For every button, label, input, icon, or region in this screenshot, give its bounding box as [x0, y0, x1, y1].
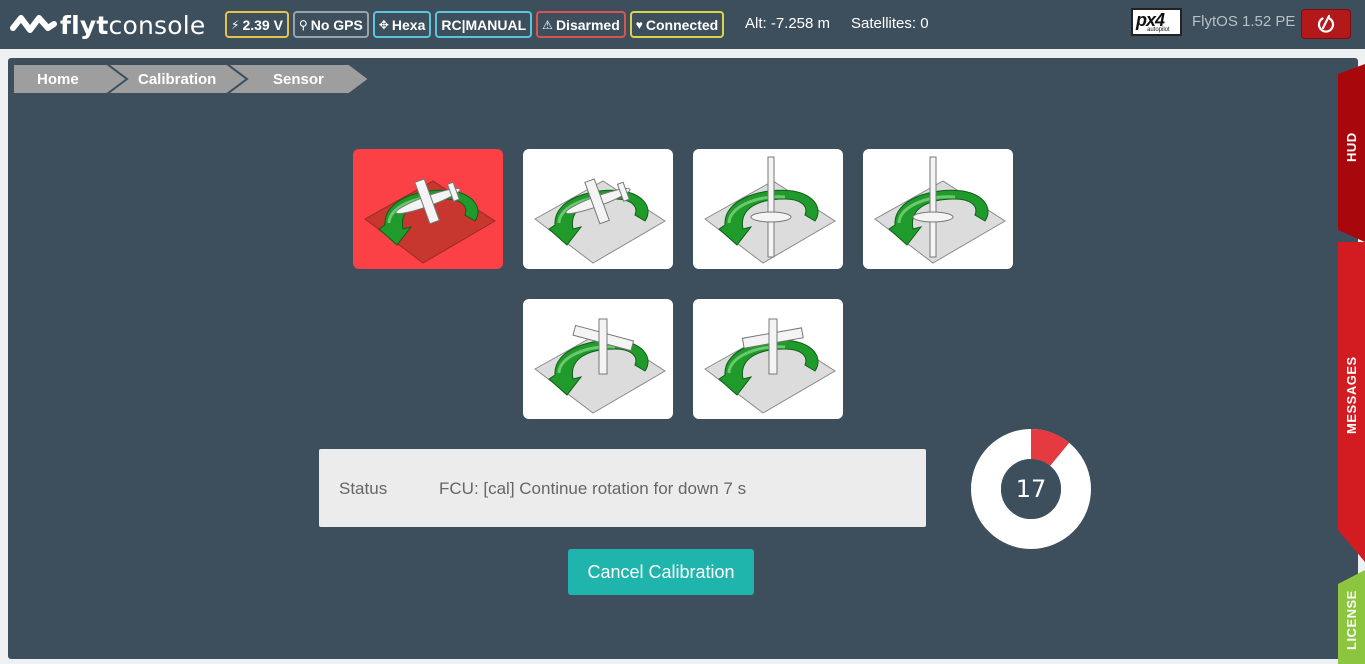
frame-badge[interactable]: ✥ Hexa: [372, 11, 432, 38]
px4-logo: px4 autopilot: [1131, 8, 1182, 36]
breadcrumb-home-label: Home: [37, 70, 79, 88]
move-arrows-icon: ✥: [378, 17, 389, 32]
cancel-calibration-button[interactable]: Cancel Calibration: [568, 549, 754, 595]
side-tab-license[interactable]: LICENSE: [1338, 570, 1365, 664]
status-label: Status: [339, 479, 388, 498]
satellites-readout: Satellites: 0: [851, 15, 929, 32]
orientation-tile-up: [523, 149, 673, 269]
orientation-tile-nose-down: [523, 299, 673, 419]
arm-label: Disarmed: [555, 16, 620, 33]
altitude-readout: Alt: -7.258 m: [745, 15, 831, 32]
orientation-right-icon: [874, 156, 1006, 264]
connection-label: Connected: [645, 16, 719, 33]
orientation-tail-down-icon: [704, 318, 836, 414]
orientation-tile-down: [353, 149, 503, 269]
version-label: FlytOS 1.52 PE: [1192, 13, 1296, 30]
power-button[interactable]: [1301, 9, 1351, 39]
frame-label: Hexa: [391, 16, 426, 33]
status-box: Status FCU: [cal] Continue rotation for …: [319, 449, 926, 527]
gps-label: No GPS: [310, 16, 363, 33]
mode-badge[interactable]: RC|MANUAL: [435, 11, 533, 38]
orientation-down-icon: [364, 178, 496, 264]
gps-badge[interactable]: ⚲ No GPS: [292, 11, 369, 38]
status-badges: ⚡ 2.39 V ⚲ No GPS ✥ Hexa RC|MANUAL ⚠ Dis…: [225, 11, 725, 38]
top-bar: flytconsole ⚡ 2.39 V ⚲ No GPS ✥ Hexa RC|…: [0, 0, 1365, 49]
connection-badge[interactable]: ♥ Connected: [629, 11, 725, 38]
orientation-left-icon: [704, 156, 836, 264]
map-marker-icon: ⚲: [298, 17, 308, 32]
power-icon: [1317, 14, 1335, 33]
mode-label: RC|MANUAL: [441, 16, 527, 33]
breadcrumb-calibration-label: Calibration: [138, 70, 217, 88]
orientation-up-icon: [534, 178, 666, 264]
breadcrumb-sensor[interactable]: Sensor: [227, 64, 369, 94]
bolt-icon: ⚡: [231, 17, 240, 32]
warning-icon: ⚠: [542, 17, 553, 32]
status-message: FCU: [cal] Continue rotation for down 7 …: [439, 479, 747, 498]
battery-badge[interactable]: ⚡ 2.39 V: [225, 11, 289, 38]
countdown-progress-ring: 17: [971, 429, 1091, 549]
orientation-tile-left: [693, 149, 843, 269]
logo-prefix: flyt: [60, 10, 109, 40]
countdown-value: 17: [1015, 475, 1047, 503]
orientation-tile-tail-down: [693, 299, 843, 419]
side-tab-messages-label: MESSAGES: [1344, 356, 1359, 434]
side-tab-hud-label: HUD: [1344, 132, 1359, 162]
heart-icon: ♥: [635, 17, 643, 32]
arm-badge[interactable]: ⚠ Disarmed: [536, 11, 626, 38]
orientation-tile-right: [863, 149, 1013, 269]
flytconsole-logo[interactable]: flytconsole: [10, 10, 205, 40]
breadcrumb-calibration[interactable]: Calibration: [107, 64, 247, 94]
side-tab-hud[interactable]: HUD: [1338, 64, 1365, 242]
breadcrumb-sensor-label: Sensor: [273, 70, 324, 88]
px4-logo-subtext: autopilot: [1147, 27, 1170, 33]
logo-suffix: console: [108, 10, 206, 40]
side-tab-messages[interactable]: MESSAGES: [1338, 242, 1365, 562]
logo-wave-icon: [10, 15, 57, 33]
side-tab-license-label: LICENSE: [1344, 590, 1359, 650]
orientation-nose-down-icon: [534, 318, 666, 414]
battery-label: 2.39 V: [242, 16, 283, 33]
